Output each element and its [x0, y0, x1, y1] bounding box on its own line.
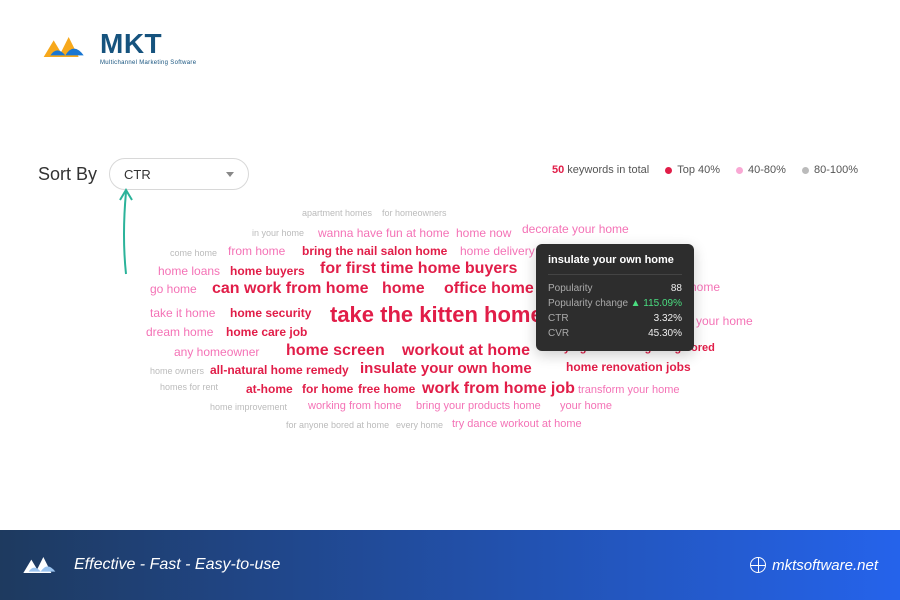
keyword-item[interactable]: work from home job: [422, 380, 575, 398]
keyword-item[interactable]: decorate your home: [522, 222, 629, 236]
keyword-item[interactable]: your home: [696, 314, 753, 328]
keyword-item[interactable]: dream home: [146, 325, 213, 339]
keyword-item[interactable]: home buyers: [230, 264, 305, 278]
keyword-item[interactable]: insulate your own home: [360, 360, 532, 377]
sort-area: Sort By CTR: [38, 158, 249, 190]
tooltip-row: CVR45.30%: [548, 326, 682, 341]
legend-item-top: Top 40%: [665, 164, 720, 176]
keyword-item[interactable]: go home: [150, 282, 197, 296]
keyword-item[interactable]: free home: [358, 382, 415, 396]
keyword-item[interactable]: home: [382, 280, 425, 298]
keyword-item[interactable]: come home: [170, 248, 217, 258]
tooltip-title: insulate your own home: [548, 254, 682, 275]
keyword-item[interactable]: home screen: [286, 342, 385, 360]
keyword-item[interactable]: every home: [396, 420, 443, 430]
keyword-item[interactable]: for anyone bored at home: [286, 420, 389, 430]
legend-dot-icon: [665, 167, 672, 174]
keyword-item[interactable]: home delivery: [460, 244, 535, 258]
keyword-tooltip: insulate your own home Popularity88Popul…: [536, 244, 694, 351]
globe-icon: [750, 557, 766, 573]
chevron-down-icon: [226, 172, 234, 177]
legend-item-mid: 40-80%: [736, 164, 786, 176]
keyword-item[interactable]: from home: [228, 244, 285, 258]
brand-name: MKT: [100, 28, 196, 60]
keyword-cloud: apartment homes for homeowners in your hom…: [130, 200, 840, 450]
logo-mark-icon: [42, 30, 92, 64]
keyword-item[interactable]: home owners: [150, 366, 204, 376]
keyword-item[interactable]: office home: [444, 280, 534, 298]
keyword-item[interactable]: home loans: [158, 264, 220, 278]
footer-tagline: Effective - Fast - Easy-to-use: [74, 556, 280, 574]
footer-url[interactable]: mktsoftware.net: [750, 557, 878, 574]
footer: Effective - Fast - Easy-to-use mktsoftwa…: [0, 530, 900, 600]
keyword-item[interactable]: bring the nail salon home: [302, 244, 447, 258]
keyword-item[interactable]: workout at home: [402, 342, 530, 360]
keyword-item[interactable]: take the kitten home: [330, 302, 543, 328]
keyword-item[interactable]: try dance workout at home: [452, 418, 582, 430]
keyword-item[interactable]: in your home: [252, 228, 304, 238]
brand-sub: Multichannel Marketing Software: [100, 60, 196, 66]
legend-count-label: keywords in total: [567, 164, 649, 176]
keyword-item[interactable]: for home: [302, 382, 353, 396]
keyword-item[interactable]: home renovation jobs: [566, 360, 691, 374]
keyword-item[interactable]: at-home: [246, 382, 293, 396]
keyword-item[interactable]: home security: [230, 306, 311, 320]
keyword-item[interactable]: apartment homes: [302, 208, 372, 218]
brand-logo: MKT Multichannel Marketing Software: [42, 28, 196, 66]
keyword-item[interactable]: bring your products home: [416, 400, 541, 412]
legend: 50 keywords in total Top 40% 40-80% 80-1…: [552, 164, 858, 176]
keyword-item[interactable]: homes for rent: [160, 382, 218, 392]
legend-dot-icon: [736, 167, 743, 174]
keyword-item[interactable]: any homeowner: [174, 345, 259, 359]
legend-dot-icon: [802, 167, 809, 174]
keyword-item[interactable]: can work from home: [212, 280, 368, 298]
keyword-item[interactable]: your home: [560, 400, 612, 412]
keyword-item[interactable]: home now: [456, 226, 511, 240]
legend-count: 50: [552, 164, 564, 176]
tooltip-row: Popularity change▲ 115.09%: [548, 296, 682, 311]
keyword-item[interactable]: take it home: [150, 306, 215, 320]
keyword-item[interactable]: wanna have fun at home: [318, 226, 449, 240]
keyword-item[interactable]: home care job: [226, 325, 307, 339]
tooltip-row: CTR3.32%: [548, 311, 682, 326]
keyword-item[interactable]: home improvement: [210, 402, 287, 412]
keyword-item[interactable]: working from home: [308, 400, 402, 412]
keyword-item[interactable]: transform your home: [578, 384, 679, 396]
keyword-item[interactable]: for first time home buyers: [320, 260, 517, 278]
keyword-item[interactable]: all-natural home remedy: [210, 363, 349, 377]
sort-label: Sort By: [38, 164, 97, 185]
tooltip-row: Popularity88: [548, 281, 682, 296]
keyword-item[interactable]: home: [690, 280, 720, 294]
keyword-item[interactable]: for homeowners: [382, 208, 447, 218]
legend-item-low: 80-100%: [802, 164, 858, 176]
footer-logo-icon: [22, 551, 62, 579]
sort-value: CTR: [124, 167, 151, 182]
